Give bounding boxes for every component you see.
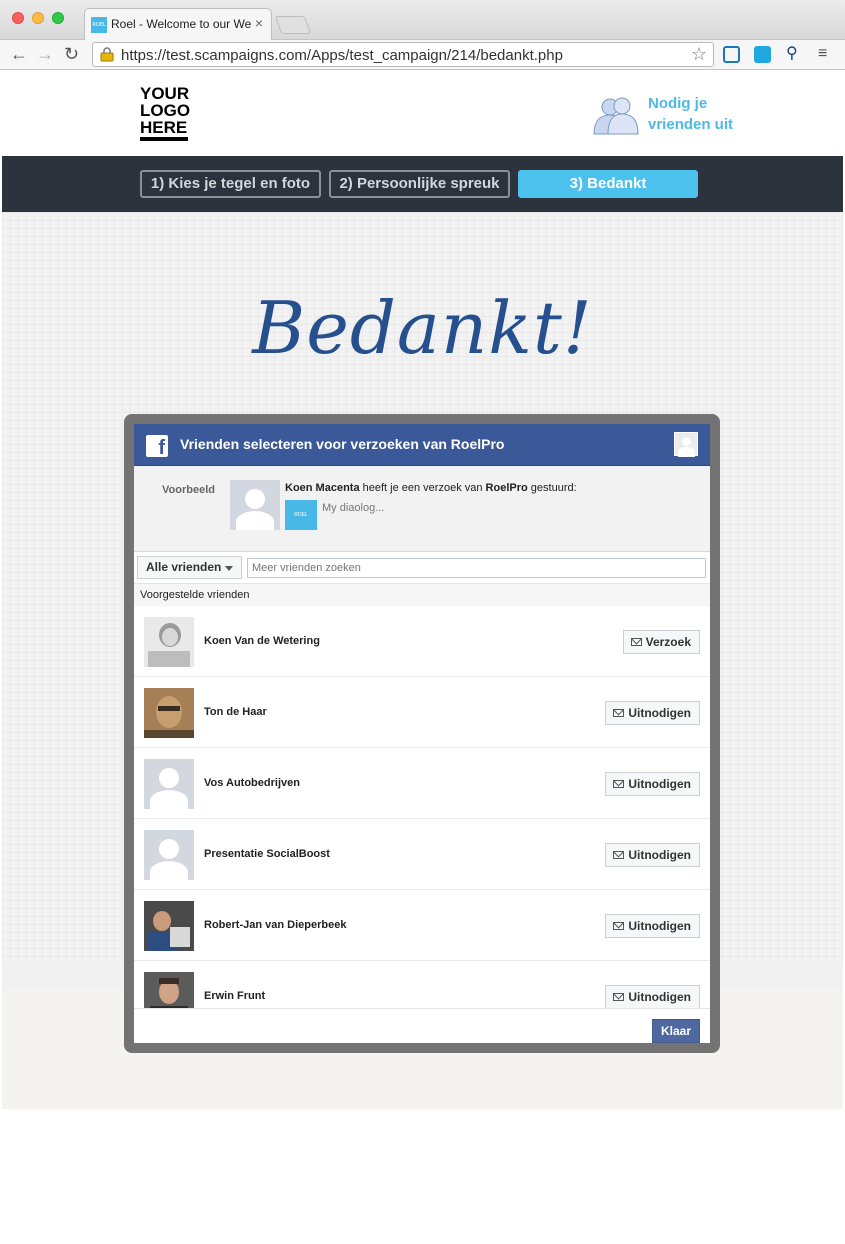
- invite-line-2: vrienden uit: [648, 116, 734, 133]
- facebook-logo-icon: f: [146, 435, 168, 457]
- extension-figure-icon[interactable]: ⚲: [786, 44, 798, 64]
- invite-button[interactable]: Uitnodigen: [605, 985, 700, 1008]
- friend-photo: [144, 830, 194, 880]
- caret-down-icon: [225, 566, 233, 571]
- suggested-friends-label: Voorgestelde vrienden: [134, 584, 710, 606]
- site-header: YOUR LOGO HERE Nodig je vrienden uit: [2, 71, 843, 156]
- invite-line-1: Nodig je: [648, 95, 708, 112]
- back-arrow-icon[interactable]: ←: [10, 44, 28, 64]
- friend-name: Koen Van de Wetering: [204, 635, 320, 647]
- friend-name: Ton de Haar: [204, 706, 267, 718]
- envelope-icon: [613, 993, 625, 1001]
- menu-hamburger-icon[interactable]: ≡: [818, 44, 827, 64]
- forward-arrow-icon[interactable]: →: [36, 44, 54, 64]
- browser-tab[interactable]: ROEL Roel - Welcome to our Web ×: [84, 8, 272, 40]
- lock-warning-icon: [100, 47, 114, 62]
- preview-message: My diaolog...: [322, 502, 385, 514]
- friends-silhouette-icon: [593, 97, 639, 135]
- facebook-request-dialog: f Vrienden selecteren voor verzoeken van…: [124, 414, 720, 1053]
- invite-button[interactable]: Uitnodigen: [605, 701, 700, 725]
- friend-name: Vos Autobedrijven: [204, 777, 300, 789]
- sender-avatar: [230, 480, 280, 530]
- invite-friends-link[interactable]: Nodig je vrienden uit: [590, 93, 740, 137]
- extension-arrows-icon[interactable]: [723, 46, 740, 63]
- user-avatar: [674, 432, 698, 457]
- logo[interactable]: YOUR LOGO HERE: [140, 85, 190, 136]
- address-bar[interactable]: https://test.scampaigns.com/Apps/test_ca…: [92, 42, 714, 67]
- envelope-icon: [630, 638, 642, 646]
- friend-photo: [144, 972, 194, 1008]
- friend-row: Vos Autobedrijven Uitnodigen: [134, 748, 710, 819]
- browser-titlebar: ROEL Roel - Welcome to our Web ×: [0, 0, 845, 40]
- browser-toolbar: ← → ↻ https://test.scampaigns.com/Apps/t…: [0, 40, 845, 70]
- invite-button[interactable]: Uitnodigen: [605, 772, 700, 796]
- dialog-footer: Klaar: [134, 1008, 710, 1043]
- page-heading: Bedankt!: [252, 286, 593, 370]
- friend-row: Ton de Haar Uitnodigen: [134, 677, 710, 748]
- logo-underline: [140, 137, 188, 141]
- friend-photo: [144, 688, 194, 738]
- request-button[interactable]: Verzoek: [622, 630, 700, 654]
- extension-check-icon[interactable]: [754, 46, 771, 63]
- reload-icon[interactable]: ↻: [64, 44, 79, 64]
- dialog-title: Vrienden selecteren voor verzoeken van R…: [180, 436, 505, 452]
- friend-search-input[interactable]: [247, 558, 706, 578]
- zoom-window-button[interactable]: [52, 12, 64, 24]
- preview-label: Voorbeeld: [162, 484, 215, 496]
- friend-name: Presentatie SocialBoost: [204, 848, 330, 860]
- step-1-button[interactable]: 1) Kies je tegel en foto: [140, 170, 321, 198]
- friend-name: Robert-Jan van Dieperbeek: [204, 919, 347, 931]
- preview-text: Koen Macenta heeft je een verzoek van Ro…: [285, 482, 577, 494]
- friend-row: Erwin Frunt Uitnodigen: [134, 961, 710, 1008]
- url-text: https://test.scampaigns.com/Apps/test_ca…: [121, 47, 563, 64]
- invite-button[interactable]: Uitnodigen: [605, 914, 700, 938]
- friend-row: Presentatie SocialBoost Uitnodigen: [134, 819, 710, 890]
- envelope-icon: [613, 780, 625, 788]
- step-2-button[interactable]: 2) Persoonlijke spreuk: [329, 170, 510, 198]
- friend-row: Robert-Jan van Dieperbeek Uitnodigen: [134, 890, 710, 961]
- web-page: YOUR LOGO HERE Nodig je vrienden uit 1) …: [2, 71, 843, 1244]
- request-preview: Voorbeeld Koen Macenta heeft je een verz…: [134, 466, 710, 552]
- friend-row: Koen Van de Wetering Verzoek: [134, 606, 710, 677]
- tab-favicon-icon: ROEL: [91, 17, 107, 33]
- friend-photo: [144, 901, 194, 951]
- app-icon: ROEL: [285, 500, 317, 530]
- friend-name: Erwin Frunt: [204, 990, 266, 1002]
- done-button[interactable]: Klaar: [652, 1019, 700, 1043]
- envelope-icon: [613, 922, 625, 930]
- tab-title: Roel - Welcome to our Web: [111, 17, 251, 31]
- friend-list: Koen Van de Wetering Verzoek Ton de Haar…: [134, 606, 710, 1008]
- invite-button[interactable]: Uitnodigen: [605, 843, 700, 867]
- friend-photo: [144, 759, 194, 809]
- dialog-header: f Vrienden selecteren voor verzoeken van…: [134, 424, 710, 466]
- tab-close-icon[interactable]: ×: [255, 15, 263, 31]
- new-tab-button[interactable]: [274, 16, 312, 34]
- dialog-body: f Vrienden selecteren voor verzoeken van…: [134, 424, 710, 1043]
- friend-filter-dropdown[interactable]: Alle vrienden: [137, 556, 242, 579]
- step-navigation: 1) Kies je tegel en foto 2) Persoonlijke…: [2, 156, 843, 212]
- friend-filter-row: Alle vrienden: [134, 552, 710, 584]
- envelope-icon: [613, 851, 625, 859]
- step-3-button[interactable]: 3) Bedankt: [518, 170, 698, 198]
- bookmark-star-icon[interactable]: ☆: [691, 44, 707, 65]
- minimize-window-button[interactable]: [32, 12, 44, 24]
- envelope-icon: [613, 709, 625, 717]
- close-window-button[interactable]: [12, 12, 24, 24]
- friend-photo: [144, 617, 194, 667]
